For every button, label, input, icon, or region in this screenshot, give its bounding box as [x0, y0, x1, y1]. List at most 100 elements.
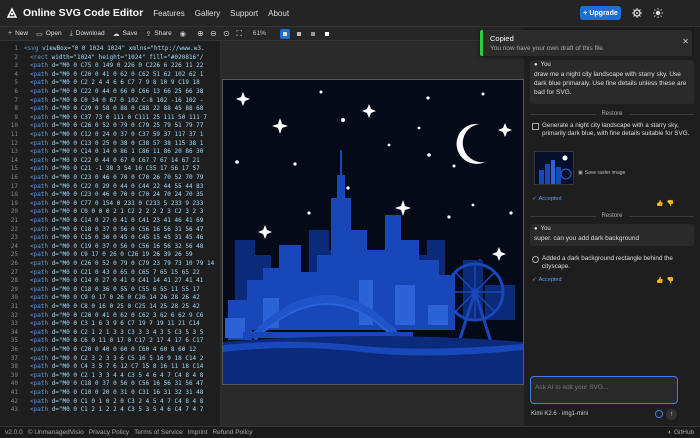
- code-line: <path d="M0 0 C3 1 6 3 9 6 C7 19 7 19 11…: [24, 320, 200, 327]
- github-icon: ◐: [668, 429, 672, 436]
- code-tag: <path: [30, 234, 49, 242]
- line-number: 19: [10, 199, 18, 207]
- eye-icon: ◉: [179, 30, 186, 38]
- code-tag: <path: [30, 337, 49, 345]
- line-number: 36: [10, 346, 18, 353]
- line-number: 12: [10, 139, 18, 147]
- ai-response-1: Generate a night city landscape with a s…: [542, 122, 690, 137]
- feedback-buttons-1: 👍 👎: [656, 200, 674, 207]
- zoom-out-icon[interactable]: ⊖: [207, 29, 220, 38]
- folder-icon: ▭: [36, 30, 43, 38]
- accepted-badge-1: ✓ Accepted: [532, 196, 562, 202]
- refund-link[interactable]: Refund Policy: [212, 429, 252, 436]
- thumbs-up-icon[interactable]: 👍: [656, 200, 663, 207]
- nav-about[interactable]: About: [268, 9, 289, 18]
- new-button[interactable]: + New: [8, 30, 28, 37]
- code-editor[interactable]: 1 <svg viewBox="0 0 1024 1024" xmlns="htt…: [0, 41, 220, 426]
- code-line: <path d="M0 0 C20 0 41 0 62 0 C62 51 62 …: [24, 71, 203, 78]
- line-number: 18: [10, 191, 18, 199]
- footer: v2.0.0 © UnmanagedVisio Privacy Policy T…: [0, 426, 700, 438]
- line-number: 20: [10, 208, 18, 216]
- code-tag: <path: [30, 156, 49, 164]
- nav-gallery[interactable]: Gallery: [195, 9, 220, 18]
- thumbs-down-icon[interactable]: 👎: [666, 200, 673, 207]
- code-tag: <path: [30, 251, 49, 259]
- save-button[interactable]: ☁ Save: [113, 30, 138, 38]
- code-line: <path d="M0 0 C20 0 40 0 60 0 C60 4 60 8…: [24, 346, 196, 353]
- code-line: <path d="M0 0 C22 0 44 0 67 0 C67 7 67 1…: [24, 157, 200, 164]
- settings-gear-icon[interactable]: [631, 7, 643, 19]
- code-attrs: d="M0 0 C18 0 36 0 55 0 C55 6 55 11 55 1…: [48, 285, 200, 293]
- model-selector[interactable]: Kimi K2.6 · img1-mini: [531, 411, 588, 417]
- send-arrow-icon[interactable]: ↑: [666, 409, 677, 420]
- background-toggles: [276, 28, 332, 39]
- code-attrs: width="1024" height="1024" fill="#020816…: [48, 53, 204, 61]
- imprint-link[interactable]: Imprint: [188, 429, 208, 436]
- upgrade-button[interactable]: + Upgrade: [580, 6, 621, 20]
- copyright-link[interactable]: © UnmanagedVisio: [28, 429, 84, 436]
- line-number: 28: [10, 277, 18, 285]
- bg-grid-toggle[interactable]: [308, 29, 318, 39]
- terms-link[interactable]: Terms of Service: [134, 429, 182, 436]
- restore-divider-2[interactable]: Restore: [530, 213, 694, 219]
- close-icon[interactable]: ✕: [682, 37, 689, 46]
- code-attrs: d="M0 0 C18 0 37 0 56 0 C56 16 56 31 56 …: [48, 380, 204, 388]
- code-attrs: d="M0 0 C14 0 14 0 86 1 C86 11 86 20 86 …: [48, 148, 204, 156]
- zoom-reset-icon[interactable]: ⊙: [220, 29, 233, 38]
- line-number: 30: [10, 294, 18, 302]
- cloud-icon: ☁: [112, 30, 120, 38]
- code-line: <path d="M0 0 C23 0 46 0 70 0 C70 26 70 …: [24, 174, 203, 181]
- theme-sun-icon[interactable]: [652, 7, 664, 19]
- code-attrs: d="M0 0 C77 0 154 0 233 0 C233 5 233 9 2…: [48, 199, 204, 207]
- download-button[interactable]: ⤓ Download: [70, 30, 105, 38]
- code-line: <path d="M0 0 C2 2 4 4 6 6 C7 7 9 8 10 9…: [24, 79, 200, 86]
- user-avatar-icon: ●: [534, 226, 538, 232]
- line-number: 2: [14, 53, 18, 61]
- zoom-level: 61%: [252, 30, 266, 37]
- code-line: <path d="M0 0 C9 0 17 0 26 0 C26 14 26 2…: [24, 294, 200, 301]
- brand[interactable]: Online SVG Code Editor: [6, 7, 143, 19]
- code-tag: <path: [30, 389, 49, 396]
- svg-preview-canvas[interactable]: [222, 79, 524, 385]
- night-city-illustration: [223, 80, 523, 384]
- github-link[interactable]: ◐ GitHub: [668, 429, 694, 436]
- line-number: 8: [14, 105, 18, 113]
- bg-dark-toggle[interactable]: [279, 28, 290, 39]
- bg-checker-toggle[interactable]: [294, 29, 304, 39]
- chat-input-field[interactable]: [535, 384, 675, 391]
- result-thumbnail[interactable]: [534, 151, 574, 185]
- save-raster-button[interactable]: ▣ Save raster image: [578, 170, 625, 176]
- line-number: 1: [14, 45, 18, 52]
- code-attrs: d="M0 0 C9 0 17 0 26 0 C26 14 26 28 26 4…: [48, 294, 200, 302]
- save-raster-label: Save raster image: [584, 170, 626, 176]
- code-line: <path d="M0 0 C15 0 30 0 45 0 C45 15 45 …: [24, 234, 203, 241]
- privacy-link[interactable]: Privacy Policy: [89, 429, 129, 436]
- bg-white-toggle[interactable]: [322, 29, 332, 39]
- user-message-text: super. can you add dark background: [534, 235, 640, 242]
- restore-divider-1[interactable]: Restore: [530, 111, 694, 117]
- open-button[interactable]: ▭ Open: [36, 30, 62, 38]
- line-number: 40: [10, 380, 18, 388]
- save-label: Save: [122, 30, 138, 37]
- thumbs-down-icon[interactable]: 👎: [666, 277, 673, 284]
- code-attrs: d="M0 0 C9 17 0 26 0 C26 19 26 39 26 59: [48, 251, 193, 259]
- thumbs-up-icon[interactable]: 👍: [656, 277, 663, 284]
- code-tag: <path: [30, 363, 49, 371]
- toast-title: Copied: [490, 34, 514, 43]
- code-line: <path d="M0 0 C37 73 0 111 0 C111 25 111…: [24, 114, 207, 121]
- accepted-label: Accepted: [538, 196, 562, 202]
- code-attrs: d="M0 0 C14 0 27 0 41 0 C41 23 41 46 41 …: [48, 217, 204, 224]
- code-attrs: d="M0 0 C0 0 0 0 2 1 C2 2 2 2 2 3 C2 3 2…: [48, 208, 204, 216]
- fit-screen-icon[interactable]: ⛶: [233, 29, 246, 39]
- chat-input-box[interactable]: [530, 376, 678, 404]
- app-root: Online SVG Code Editor Features Gallery …: [0, 0, 700, 438]
- share-button[interactable]: ⇪ Share: [146, 30, 172, 38]
- version-label: v2.0.0: [5, 429, 23, 436]
- code-attrs: d="M0 0 C0 34 0 67 0 102 C-8 102 -16 102…: [48, 96, 204, 104]
- loading-spinner-icon: [655, 410, 663, 418]
- new-label: New: [15, 30, 29, 37]
- zoom-in-icon[interactable]: ⊕: [194, 29, 207, 38]
- preview-toggle-button[interactable]: ◉: [180, 30, 186, 38]
- nav-support[interactable]: Support: [230, 9, 258, 18]
- nav-features[interactable]: Features: [153, 9, 185, 18]
